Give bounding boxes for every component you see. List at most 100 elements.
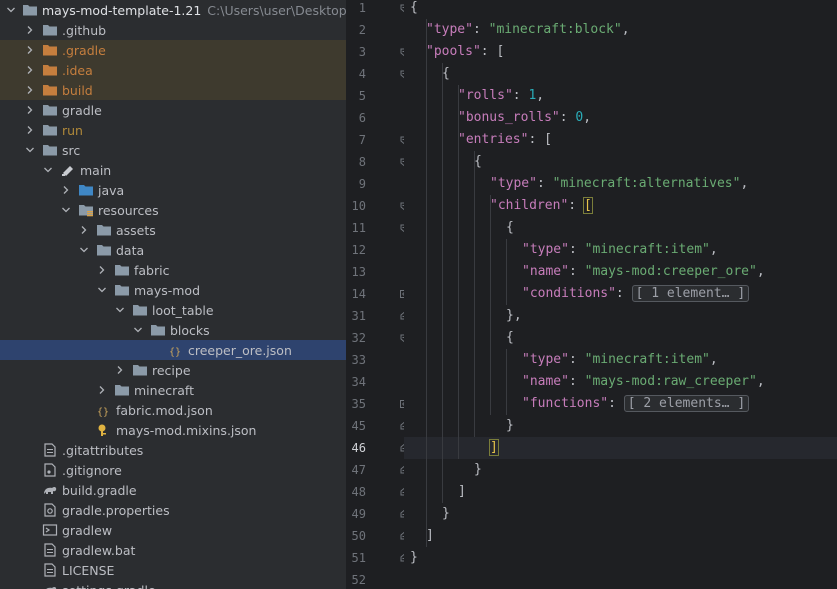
code-line[interactable]: "type": "minecraft:item",	[404, 349, 837, 371]
code-line[interactable]: "name": "mays-mod:raw_creeper",	[404, 371, 837, 393]
project-tree[interactable]: mays-mod-template-1.21 C:\Users\user\Des…	[0, 0, 346, 589]
code-line[interactable]: "type": "minecraft:alternatives",	[404, 173, 837, 195]
tree-item[interactable]: minecraft	[0, 380, 346, 400]
code-line[interactable]: {	[404, 151, 837, 173]
chevron-down-icon[interactable]	[132, 320, 144, 340]
tree-item[interactable]: .gradle	[0, 40, 346, 60]
code-line[interactable]: },	[404, 305, 837, 327]
tree-item[interactable]: resources	[0, 200, 346, 220]
folder-icon	[42, 103, 58, 117]
chevron-right-icon[interactable]	[24, 20, 36, 40]
tree-item[interactable]: blocks	[0, 320, 346, 340]
folded-region[interactable]: [ 2 elements… ]	[623, 395, 750, 412]
code-line[interactable]: }	[404, 547, 837, 569]
chevron-right-icon[interactable]	[24, 60, 36, 80]
tree-item[interactable]: LICENSE	[0, 560, 346, 580]
tree-item[interactable]: java	[0, 180, 346, 200]
code-line[interactable]: "functions": [ 2 elements… ]	[404, 393, 837, 415]
tree-root-item[interactable]: mays-mod-template-1.21 C:\Users\user\Des…	[0, 0, 346, 20]
line-number: 13	[351, 265, 366, 279]
code-line[interactable]: "type": "minecraft:item",	[404, 239, 837, 261]
code-line[interactable]: ]	[404, 437, 837, 459]
tree-item[interactable]: build.gradle	[0, 480, 346, 500]
text-file-icon	[42, 543, 58, 557]
code-line[interactable]: ]	[404, 525, 837, 547]
tree-item[interactable]: loot_table	[0, 300, 346, 320]
tree-item-label: .idea	[62, 62, 93, 78]
tree-item[interactable]: build	[0, 80, 346, 100]
chevron-right-icon[interactable]	[114, 360, 126, 380]
code-line[interactable]: "children": [	[404, 195, 837, 217]
folder-icon	[150, 323, 166, 337]
code-line[interactable]: {	[404, 63, 837, 85]
chevron-down-icon[interactable]	[114, 300, 126, 320]
code-token: :	[568, 264, 585, 279]
text-file-icon	[42, 443, 58, 457]
tree-item[interactable]: gradlew.bat	[0, 540, 346, 560]
folder-icon	[132, 363, 148, 377]
chevron-right-icon[interactable]	[60, 180, 72, 200]
code-token: {	[410, 0, 418, 15]
chevron-down-icon[interactable]	[42, 160, 54, 180]
code-line[interactable]: "type": "minecraft:block",	[404, 19, 837, 41]
chevron-right-icon[interactable]	[96, 260, 108, 280]
tree-item[interactable]: {} fabric.mod.json	[0, 400, 346, 420]
tree-item[interactable]: mays-mod	[0, 280, 346, 300]
tree-item-label: recipe	[152, 362, 191, 378]
tree-item[interactable]: .gitattributes	[0, 440, 346, 460]
indent-guide	[506, 349, 507, 415]
tree-item[interactable]: settings.gradle	[0, 580, 346, 589]
code-line[interactable]: }	[404, 503, 837, 525]
line-number: 3	[358, 45, 366, 59]
tree-item[interactable]: gradlew	[0, 520, 346, 540]
chevron-right-icon[interactable]	[24, 120, 36, 140]
tree-item[interactable]: src	[0, 140, 346, 160]
code-line[interactable]: {	[404, 217, 837, 239]
tree-item[interactable]: mays-mod.mixins.json	[0, 420, 346, 440]
chevron-down-icon[interactable]	[78, 240, 90, 260]
chevron-down-icon[interactable]	[24, 140, 36, 160]
tree-item[interactable]: recipe	[0, 360, 346, 380]
tree-item[interactable]: data	[0, 240, 346, 260]
folded-region[interactable]: [ 1 element… ]	[631, 285, 750, 302]
tree-item[interactable]: gradle.properties	[0, 500, 346, 520]
code-editor[interactable]: {"type": "minecraft:block", "pools": [{"r…	[404, 0, 837, 589]
tree-item[interactable]: {} creeper_ore.json	[0, 340, 346, 360]
code-line[interactable]: "bonus_rolls": 0,	[404, 107, 837, 129]
tree-item-label: gradle.properties	[62, 502, 170, 518]
code-line[interactable]: }	[404, 415, 837, 437]
code-line[interactable]: }	[404, 459, 837, 481]
chevron-right-icon[interactable]	[24, 80, 36, 100]
tree-item[interactable]: assets	[0, 220, 346, 240]
tree-item[interactable]: run	[0, 120, 346, 140]
tree-item[interactable]: gradle	[0, 100, 346, 120]
tree-item[interactable]: main	[0, 160, 346, 180]
shell-file-icon	[42, 523, 58, 537]
code-line[interactable]: "pools": [	[404, 41, 837, 63]
chevron-right-icon[interactable]	[96, 380, 108, 400]
code-line[interactable]: "rolls": 1,	[404, 85, 837, 107]
chevron-down-icon[interactable]	[6, 0, 16, 20]
code-token: "name"	[522, 264, 569, 279]
project-root-path: C:\Users\user\Desktop\m	[207, 2, 346, 18]
tree-item[interactable]: .gitignore	[0, 460, 346, 480]
chevron-right-icon[interactable]	[24, 40, 36, 60]
code-line[interactable]: {	[404, 327, 837, 349]
code-line[interactable]: "conditions": [ 1 element… ]	[404, 283, 837, 305]
code-line[interactable]: {	[404, 0, 837, 19]
indent-guide	[506, 239, 507, 305]
code-line[interactable]: "name": "mays-mod:creeper_ore",	[404, 261, 837, 283]
code-token: ,	[756, 264, 765, 279]
code-line[interactable]: ]	[404, 481, 837, 503]
code-line[interactable]: "entries": [	[404, 129, 837, 151]
chevron-down-icon[interactable]	[96, 280, 108, 300]
folder-icon	[96, 223, 112, 237]
tree-item[interactable]: .idea	[0, 60, 346, 80]
chevron-right-icon[interactable]	[24, 100, 36, 120]
chevron-right-icon[interactable]	[78, 220, 90, 240]
tree-item[interactable]: .github	[0, 20, 346, 40]
chevron-down-icon[interactable]	[60, 200, 72, 220]
tree-item[interactable]: fabric	[0, 260, 346, 280]
code-line[interactable]	[404, 569, 837, 589]
